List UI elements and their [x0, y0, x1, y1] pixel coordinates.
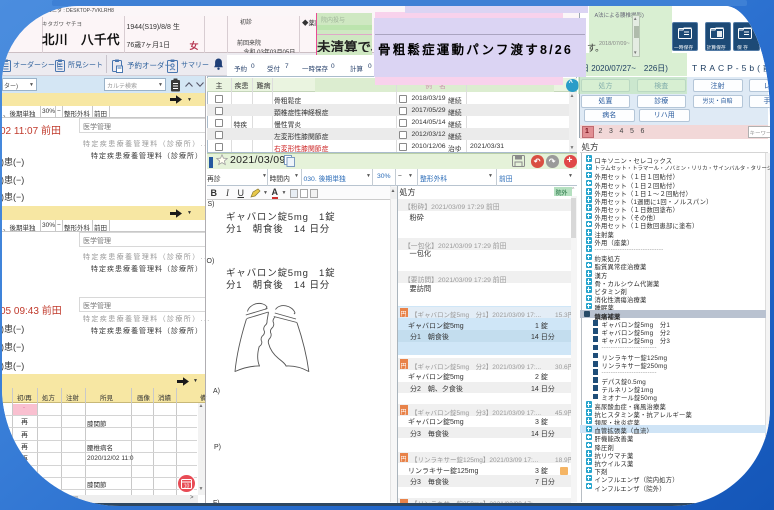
svg-text:10: 10 — [184, 483, 190, 489]
